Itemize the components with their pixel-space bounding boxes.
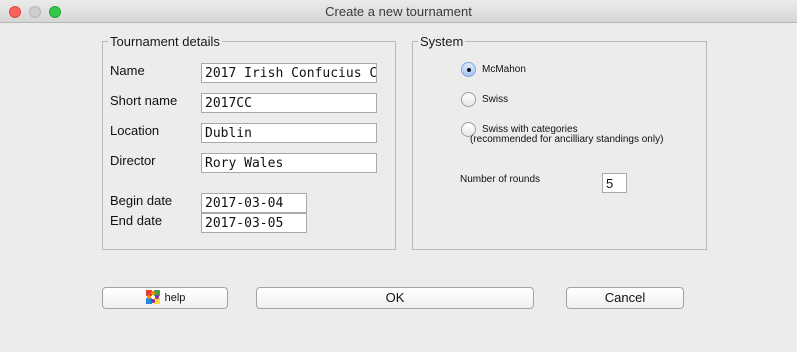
window-title: Create a new tournament bbox=[325, 4, 472, 19]
short-name-field[interactable]: 2017CC bbox=[201, 93, 377, 113]
swiss-radio[interactable] bbox=[461, 92, 476, 107]
end-date-label: End date bbox=[110, 213, 163, 228]
name-field[interactable]: 2017 Irish Confucius Cup bbox=[201, 63, 377, 83]
rounds-field[interactable]: 5 bbox=[602, 173, 627, 193]
ok-button[interactable]: OK bbox=[256, 287, 534, 309]
mcmahon-radio[interactable] bbox=[461, 62, 476, 77]
location-label: Location bbox=[110, 123, 160, 138]
swiss-label: Swiss bbox=[482, 94, 509, 105]
name-label: Name bbox=[110, 63, 145, 78]
swiss-categories-note: (recommended for ancilliary standings on… bbox=[470, 134, 664, 145]
director-field[interactable]: Rory Wales bbox=[201, 153, 377, 173]
help-button-label: help bbox=[164, 292, 186, 305]
director-label: Director bbox=[110, 153, 156, 168]
begin-date-label: Begin date bbox=[110, 193, 173, 208]
rounds-label: Number of rounds bbox=[460, 174, 541, 185]
cancel-button[interactable]: Cancel bbox=[566, 287, 684, 309]
help-button[interactable]: help bbox=[102, 287, 228, 309]
location-field[interactable]: Dublin bbox=[201, 123, 377, 143]
help-puzzle-icon bbox=[145, 290, 160, 305]
title-bar: Create a new tournament bbox=[0, 0, 797, 23]
tournament-details-legend: Tournament details bbox=[110, 34, 220, 49]
begin-date-field[interactable]: 2017-03-04 bbox=[201, 193, 307, 213]
system-legend: System bbox=[420, 34, 464, 49]
short-name-label: Short name bbox=[110, 93, 178, 108]
mcmahon-label: McMahon bbox=[482, 64, 526, 75]
end-date-field[interactable]: 2017-03-05 bbox=[201, 213, 307, 233]
